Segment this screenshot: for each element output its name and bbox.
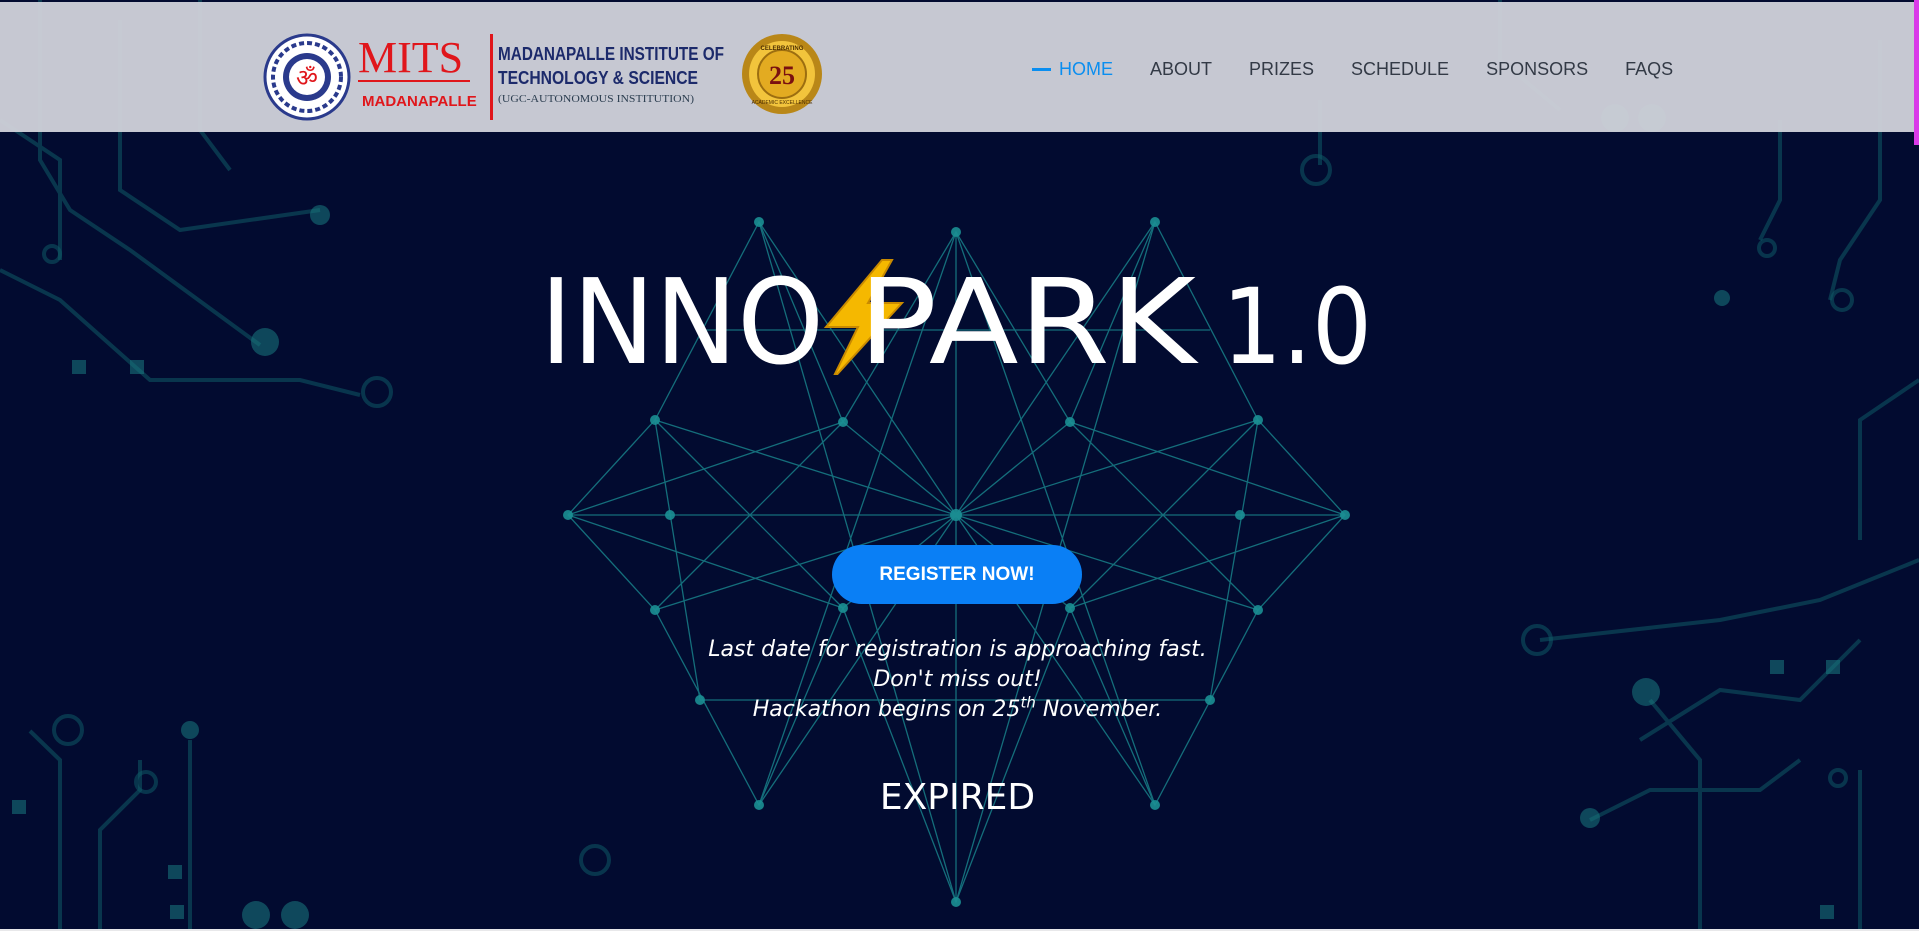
badge-top-text: CELEBRATING xyxy=(761,46,804,52)
institute-line-3: (UGC-AUTONOMOUS INSTITUTION) xyxy=(498,93,694,105)
mits-emblem-icon: ॐ xyxy=(263,33,351,121)
nav-item-sponsors[interactable]: SPONSORS xyxy=(1486,59,1588,80)
page: ॐ MITS MADANAPALLE MADANAPALLE INSTITUTE… xyxy=(0,0,1919,931)
title-part-2: PARK xyxy=(858,255,1199,375)
notice-line-2: Don't miss out! xyxy=(873,667,1042,692)
25-years-badge-icon: CELEBRATING 25 ACADEMIC EXCELLENCE xyxy=(742,34,822,114)
main-nav: HOME ABOUT PRIZES SCHEDULE SPONSORS FAQS xyxy=(1032,54,1710,84)
nav-item-label: PRIZES xyxy=(1249,58,1315,79)
registration-notice: Last date for registration is approachin… xyxy=(560,635,1355,725)
active-indicator xyxy=(1032,67,1051,71)
brand-subtext: MADANAPALLE xyxy=(362,93,477,110)
notice-date-text: Hackathon begins on 25 xyxy=(752,697,1021,722)
nav-item-label: FAQS xyxy=(1625,58,1674,79)
notice-line-1: Last date for registration is approachin… xyxy=(708,637,1207,662)
register-button[interactable]: REGISTER NOW! xyxy=(832,545,1082,604)
countdown-status: EXPIRED xyxy=(879,777,1036,818)
mits-logo[interactable]: ॐ MITS MADANAPALLE MADANAPALLE INSTITUTE… xyxy=(262,32,832,122)
svg-text:ॐ: ॐ xyxy=(296,64,318,92)
nav-item-home[interactable]: HOME xyxy=(1032,59,1113,80)
badge-bottom-text: ACADEMIC EXCELLENCE xyxy=(752,100,814,106)
title-part-1: INNO xyxy=(540,255,824,375)
nav-item-prizes[interactable]: PRIZES xyxy=(1249,59,1314,80)
nav-item-about[interactable]: ABOUT xyxy=(1150,59,1212,80)
institute-line-1: MADANAPALLE INSTITUTE OF xyxy=(498,44,724,64)
site-header: ॐ MITS MADANAPALLE MADANAPALLE INSTITUTE… xyxy=(0,2,1919,132)
badge-number: 25 xyxy=(769,61,795,90)
nav-item-label: SCHEDULE xyxy=(1351,58,1450,79)
nav-item-label: ABOUT xyxy=(1150,58,1213,79)
institute-line-2: TECHNOLOGY & SCIENCE xyxy=(498,68,698,88)
nav-item-faqs[interactable]: FAQS xyxy=(1625,59,1673,80)
scroll-indicator xyxy=(1914,0,1919,145)
nav-item-label: HOME xyxy=(1059,58,1113,79)
brand-text: MITS xyxy=(358,33,463,82)
event-title: INNO PARK 1.0 xyxy=(540,255,1372,375)
notice-line-3: Hackathon begins on 25th November. xyxy=(560,695,1355,725)
nav-item-label: SPONSORS xyxy=(1486,58,1589,79)
nav-item-schedule[interactable]: SCHEDULE xyxy=(1351,59,1449,80)
notice-month-text: November. xyxy=(1035,697,1163,722)
title-version: 1.0 xyxy=(1222,266,1372,375)
notice-date-suffix: th xyxy=(1020,693,1036,712)
